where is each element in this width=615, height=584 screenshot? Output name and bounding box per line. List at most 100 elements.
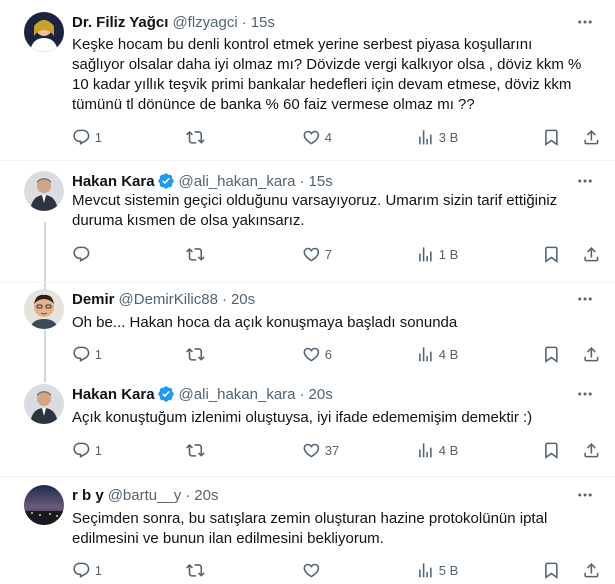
- share-button[interactable]: [582, 440, 601, 460]
- reply-button[interactable]: 1: [72, 344, 102, 364]
- author-name[interactable]: Hakan Kara: [72, 173, 155, 190]
- tweet-text-line: Keşke hocam bu denli kontrol etmek yerin…: [72, 36, 533, 53]
- bookmark-icon: [545, 442, 558, 459]
- tweet-time[interactable]: 15s: [309, 173, 333, 190]
- tweet[interactable]: Hakan Kara @ali_hakan_kara · 20s Açık ko…: [0, 378, 615, 476]
- tweet-text: Oh be... Hakan hoca da açık konuşmaya ba…: [72, 313, 600, 333]
- like-button[interactable]: 37: [302, 440, 339, 460]
- like-icon: [303, 443, 320, 458]
- tweet-header: Hakan Kara @ali_hakan_kara · 15s: [72, 171, 333, 191]
- retweet-icon: [186, 130, 205, 144]
- bookmark-button[interactable]: [542, 440, 561, 460]
- bookmark-button[interactable]: [542, 244, 561, 264]
- retweet-button[interactable]: [186, 244, 209, 264]
- views-button[interactable]: 5 B: [416, 560, 458, 580]
- tweet-text: Keşke hocam bu denli kontrol etmek yerin…: [72, 35, 600, 115]
- retweet-button[interactable]: [186, 127, 209, 147]
- share-icon: [584, 562, 599, 578]
- more-options-button[interactable]: [575, 485, 595, 505]
- share-button[interactable]: [582, 127, 601, 147]
- like-button[interactable]: 6: [302, 344, 332, 364]
- views-button[interactable]: 4 B: [416, 440, 458, 460]
- avatar[interactable]: [24, 171, 64, 211]
- views-button[interactable]: 4 B: [416, 344, 458, 364]
- tweet-time[interactable]: 20s: [231, 291, 255, 308]
- author-handle[interactable]: @DemirKilic88: [119, 291, 218, 308]
- reply-icon: [73, 129, 90, 145]
- share-button[interactable]: [582, 244, 601, 264]
- tweet-time[interactable]: 20s: [309, 386, 333, 403]
- reply-icon: [73, 346, 90, 362]
- retweet-button[interactable]: [186, 344, 209, 364]
- like-button[interactable]: 7: [302, 244, 332, 264]
- tweet[interactable]: Dr. Filiz Yağcı @flzyagci · 15s Keşke ho…: [0, 0, 615, 160]
- avatar[interactable]: [24, 289, 64, 329]
- author-handle[interactable]: @ali_hakan_kara: [179, 173, 296, 190]
- more-icon: [578, 20, 592, 24]
- separator-dot: ·: [221, 290, 227, 308]
- tweet[interactable]: r b y @bartu__y · 20s Seçimden sonra, bu…: [0, 477, 615, 584]
- reply-button[interactable]: 1: [72, 127, 102, 147]
- author-handle[interactable]: @flzyagci: [172, 14, 237, 31]
- separator-dot: ·: [241, 13, 247, 31]
- views-icon: [419, 562, 432, 578]
- author-name[interactable]: Dr. Filiz Yağcı: [72, 14, 168, 31]
- tweet-text: Seçimden sonra, bu satışlara zemin oluşt…: [72, 509, 600, 549]
- more-options-button[interactable]: [575, 384, 595, 404]
- reply-button[interactable]: [72, 244, 95, 264]
- reply-icon: [73, 246, 90, 262]
- reply-button[interactable]: 1: [72, 560, 102, 580]
- verified-badge-icon: [157, 172, 175, 190]
- tweet-actions: 7 1 B: [72, 244, 600, 264]
- separator-dot: ·: [185, 486, 191, 504]
- like-button[interactable]: 4: [302, 127, 332, 147]
- tweet-time[interactable]: 15s: [251, 14, 275, 31]
- like-icon: [303, 563, 320, 578]
- reply-button[interactable]: 1: [72, 440, 102, 460]
- reply-count: 1: [94, 129, 102, 145]
- share-button[interactable]: [582, 560, 601, 580]
- share-button[interactable]: [582, 344, 601, 364]
- views-count: 4 B: [438, 346, 459, 362]
- retweet-icon: [186, 563, 205, 577]
- tweet-header: r b y @bartu__y · 20s: [72, 485, 218, 505]
- retweet-button[interactable]: [186, 440, 209, 460]
- views-count: 1 B: [438, 246, 459, 262]
- tweet[interactable]: Hakan Kara @ali_hakan_kara · 15s Mevcut …: [0, 161, 615, 282]
- author-handle[interactable]: @ali_hakan_kara: [179, 386, 296, 403]
- tweet-text-line: tümünü tl dönünce de banka % 60 faiz ver…: [72, 96, 475, 113]
- tweet-text-line: 10 kadar yıllık teşvik primi bankalar he…: [72, 76, 572, 93]
- bookmark-icon: [545, 346, 558, 363]
- bookmark-button[interactable]: [542, 560, 561, 580]
- author-name[interactable]: Hakan Kara: [72, 386, 155, 403]
- avatar[interactable]: [24, 12, 64, 52]
- like-count: 37: [324, 442, 340, 458]
- share-icon: [584, 442, 599, 458]
- views-count: 4 B: [438, 442, 459, 458]
- like-button[interactable]: [302, 560, 325, 580]
- views-count: 5 B: [438, 562, 459, 578]
- more-options-button[interactable]: [575, 12, 595, 32]
- retweet-button[interactable]: [186, 560, 209, 580]
- more-icon: [578, 493, 592, 497]
- author-name[interactable]: r b y: [72, 487, 104, 504]
- more-options-button[interactable]: [575, 171, 595, 191]
- reply-count: 1: [94, 442, 102, 458]
- author-name[interactable]: Demir: [72, 291, 115, 308]
- author-handle[interactable]: @bartu__y: [108, 487, 182, 504]
- tweet[interactable]: Demir @DemirKilic88 · 20s Oh be... Hakan…: [0, 283, 615, 378]
- retweet-icon: [186, 247, 205, 261]
- tweet-text-line: duruma kısmen de olsa yakınsarız.: [72, 212, 305, 229]
- avatar[interactable]: [24, 485, 64, 525]
- views-button[interactable]: 3 B: [416, 127, 458, 147]
- more-options-button[interactable]: [575, 289, 595, 309]
- views-button[interactable]: 1 B: [416, 244, 458, 264]
- bookmark-button[interactable]: [542, 344, 561, 364]
- tweet-time[interactable]: 20s: [194, 487, 218, 504]
- bookmark-icon: [545, 562, 558, 579]
- avatar[interactable]: [24, 384, 64, 424]
- tweet-text-line: Açık konuştuğum izlenimi oluştuysa, iyi …: [72, 409, 533, 426]
- bookmark-button[interactable]: [542, 127, 561, 147]
- tweet-text: Mevcut sistemin geçici olduğunu varsayıy…: [72, 191, 600, 231]
- like-count: 6: [324, 346, 332, 362]
